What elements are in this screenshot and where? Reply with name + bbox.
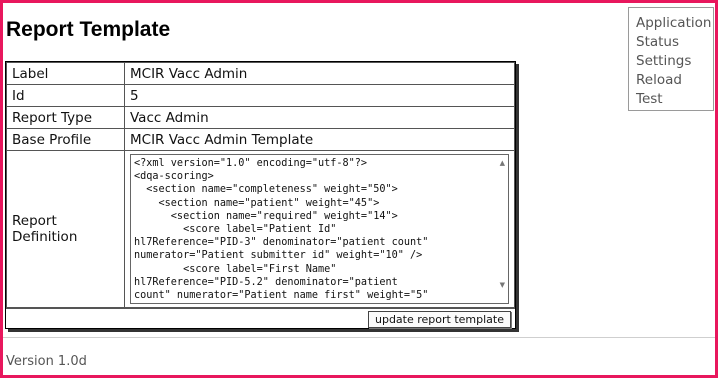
field-value-report-type: Vacc Admin [124,106,515,129]
field-value-label: MCIR Vacc Admin [124,62,515,85]
scroll-down-icon[interactable]: ▼ [500,281,505,289]
app-menu: Application Status Settings Reload Test [628,7,714,111]
menu-link-status[interactable]: Status [636,33,713,52]
report-definition-xml[interactable]: <?xml version="1.0" encoding="utf-8"?> <… [131,155,508,302]
menu-link-test[interactable]: Test [636,90,713,109]
button-row: update report template [6,308,515,331]
table-row: Id 5 [6,84,515,107]
field-label: Base Profile [6,128,125,151]
update-report-template-button[interactable]: update report template [367,311,511,328]
field-label: Id [6,84,125,107]
scroll-up-icon[interactable]: ▲ [500,159,505,167]
table-row: Report Type Vacc Admin [6,106,515,129]
version-label: Version 1.0d [6,354,87,369]
menu-link-application[interactable]: Application [636,14,713,33]
page-title: Report Template [6,18,171,41]
footer-divider [3,337,715,338]
field-value-base-profile: MCIR Vacc Admin Template [124,128,515,151]
table-row: Report Definition <?xml version="1.0" en… [6,150,515,308]
field-label: Label [6,62,125,85]
menu-link-reload[interactable]: Reload [636,71,713,90]
field-label: Report Definition [6,150,125,308]
field-value-id: 5 [124,84,515,107]
menu-link-settings[interactable]: Settings [636,52,713,71]
report-fields-table: Label MCIR Vacc Admin Id 5 Report Type V… [6,62,515,308]
textarea-scrollbar[interactable]: ▲ ▼ [494,155,508,303]
report-template-panel: Label MCIR Vacc Admin Id 5 Report Type V… [5,61,516,329]
table-row: Base Profile MCIR Vacc Admin Template [6,128,515,151]
field-label: Report Type [6,106,125,129]
report-definition-cell: <?xml version="1.0" encoding="utf-8"?> <… [124,150,515,308]
report-definition-textarea[interactable]: <?xml version="1.0" encoding="utf-8"?> <… [130,154,509,304]
table-row: Label MCIR Vacc Admin [6,62,515,85]
